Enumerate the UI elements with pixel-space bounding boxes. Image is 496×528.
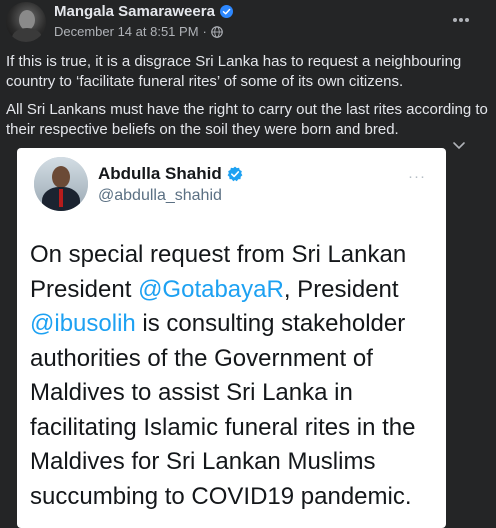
globe-icon[interactable] bbox=[211, 25, 223, 38]
avatar-face bbox=[19, 10, 35, 30]
avatar-head bbox=[52, 166, 70, 188]
author-name[interactable]: Mangala Samaraweera bbox=[54, 3, 215, 20]
tweet-body: On special request from Sri Lankan Presi… bbox=[30, 238, 440, 514]
post-text: If this is true, it is a disgrace Sri La… bbox=[6, 52, 490, 148]
tweet-mention-gotabaya: @GotabayaR bbox=[138, 275, 284, 303]
author-avatar[interactable] bbox=[6, 2, 46, 42]
tweet-text-part-3: is consulting stakeholder authorities of… bbox=[30, 310, 416, 510]
avatar-tie bbox=[59, 189, 63, 207]
more-options-icon[interactable] bbox=[448, 10, 474, 30]
facebook-post: Mangala Samaraweera December 14 at 8:51 … bbox=[0, 0, 496, 528]
post-meta: December 14 at 8:51 PM · bbox=[54, 24, 223, 39]
tweet-more-icon: ··· bbox=[408, 168, 426, 185]
tweet-mention-ibusolih: @ibusolih bbox=[30, 310, 136, 337]
avatar-body bbox=[12, 28, 42, 42]
embedded-tweet-image[interactable]: Abdulla Shahid @abdulla_shahid ··· On sp… bbox=[17, 148, 446, 528]
tweet-author-name: Abdulla Shahid bbox=[98, 164, 222, 183]
tweet-author-avatar bbox=[34, 157, 88, 211]
post-header: Mangala Samaraweera December 14 at 8:51 … bbox=[0, 0, 496, 46]
post-paragraph-2: All Sri Lankans must have the right to c… bbox=[6, 101, 488, 138]
post-paragraph-1: If this is true, it is a disgrace Sri La… bbox=[6, 53, 462, 90]
tweet-text-part-2: , President bbox=[283, 275, 399, 303]
tweet-handle: @abdulla_shahid bbox=[98, 187, 222, 204]
tweet-name-row: Abdulla Shahid bbox=[98, 164, 243, 184]
verified-badge-icon bbox=[227, 166, 243, 182]
chevron-down-icon[interactable] bbox=[452, 141, 466, 151]
post-timestamp[interactable]: December 14 at 8:51 PM bbox=[54, 24, 199, 39]
verified-badge-icon bbox=[219, 5, 233, 18]
author-name-row: Mangala Samaraweera bbox=[54, 3, 233, 20]
meta-separator: · bbox=[202, 24, 207, 39]
